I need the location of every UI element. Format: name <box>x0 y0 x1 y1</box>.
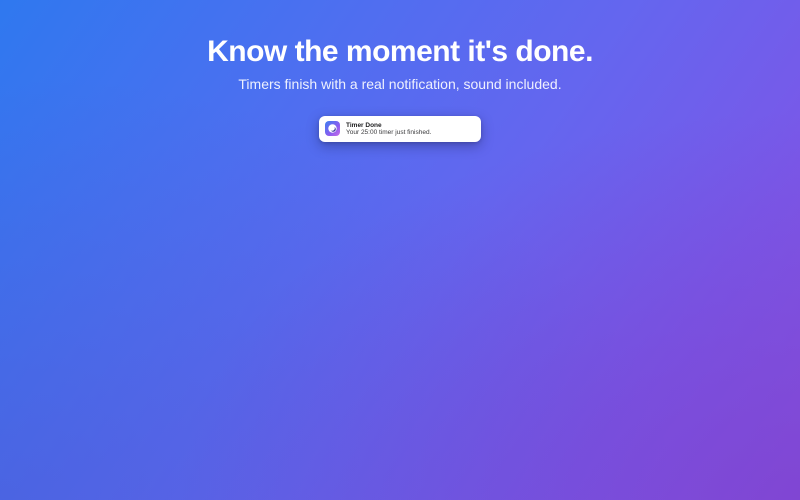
timer-done-notification[interactable]: Timer Done Your 25:00 timer just finishe… <box>319 116 481 142</box>
timer-app-icon <box>325 121 340 136</box>
notification-body: Your 25:00 timer just finished. <box>346 129 432 136</box>
hero-headline: Know the moment it's done. <box>207 35 593 68</box>
hero-subheadline: Timers finish with a real notification, … <box>238 76 562 92</box>
